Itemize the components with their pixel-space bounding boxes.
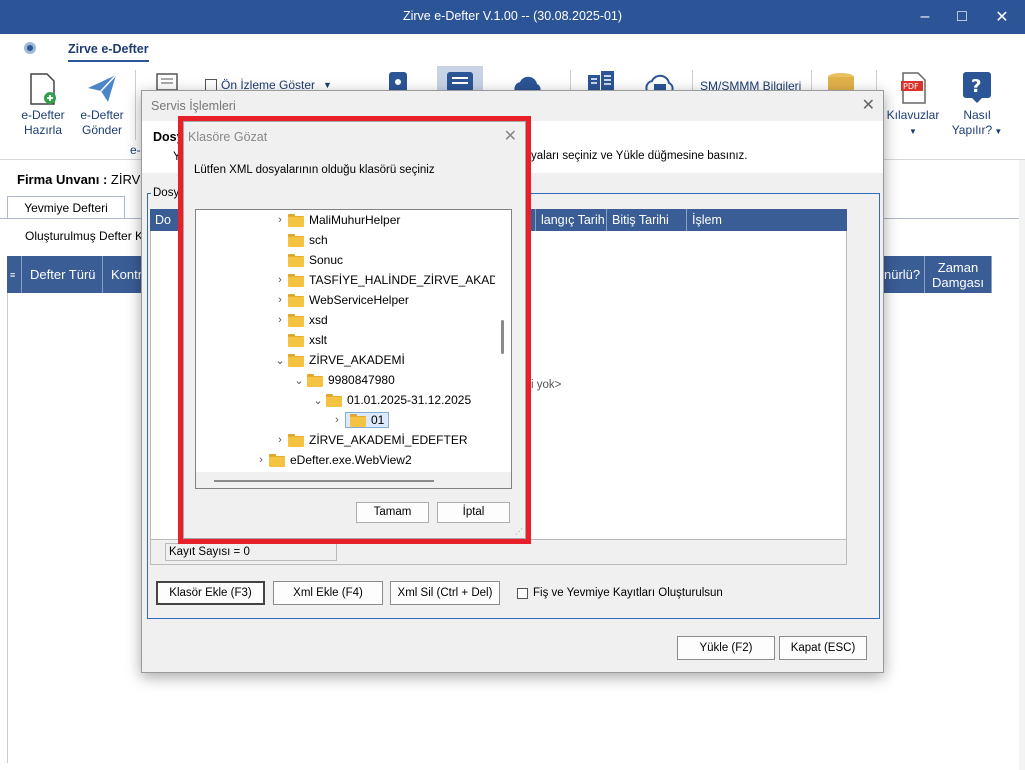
pdf-icon: PDF (900, 72, 928, 107)
help-icon: ? (962, 71, 992, 106)
minimize-button[interactable]: – (905, 0, 945, 34)
app-menu-icon[interactable] (22, 40, 38, 56)
close-icon[interactable]: ✕ (862, 95, 875, 115)
edefter-gonder-button[interactable]: e-Defter Gönder (74, 108, 130, 138)
tab-yevmiye-defteri[interactable]: Yevmiye Defteri (7, 196, 125, 218)
chevron-down-icon: ▼ (909, 127, 917, 136)
ribbon-separator (570, 70, 571, 90)
red-highlight-box (178, 116, 531, 544)
servis-dialog-title: Servis İşlemleri (151, 99, 236, 113)
edefter-hazirla-button[interactable]: e-Defter Hazırla (14, 108, 72, 138)
info-text: yaları seçiniz ve Yükle düğmesine basını… (531, 150, 748, 162)
column-kontrol[interactable]: Kontr (103, 256, 143, 293)
chevron-down-icon: ▼ (323, 80, 332, 90)
column-dosya[interactable]: Do (150, 209, 180, 231)
column-zaman-damgasi[interactable]: Zaman Damgası (925, 256, 992, 293)
xml-sil-button[interactable]: Xml Sil (Ctrl + Del) (390, 581, 500, 605)
svg-text:PDF: PDF (903, 82, 919, 91)
firma-label: Firma Unvanı : ZİRV (17, 172, 140, 187)
empty-grid-text: i yok> (531, 379, 562, 391)
xml-ekle-button[interactable]: Xml Ekle (F4) (273, 581, 383, 605)
tab-zirve-edefter[interactable]: Zirve e-Defter (68, 42, 149, 62)
send-icon (86, 72, 118, 107)
fis-yevmiye-checkbox[interactable] (517, 588, 528, 599)
nasil-yapilir-button[interactable]: Nasıl Yapılır? ▼ (948, 108, 1006, 139)
window-title: Zirve e-Defter V.1.00 -- (30.08.2025-01) (402, 9, 623, 23)
kayit-sayisi: Kayıt Sayısı = 0 (165, 543, 337, 561)
title-bar: Zirve e-Defter V.1.00 -- (30.08.2025-01)… (0, 0, 1025, 34)
row-selector-icon: ≡ (7, 256, 22, 293)
column-defter-turu[interactable]: Defter Türü (22, 256, 103, 293)
svg-text:?: ? (971, 76, 981, 97)
kilavuzlar-label: Kılavuzlar (886, 108, 940, 122)
nasil-label: Nasıl Yapılır? (951, 108, 993, 137)
right-panel-edge (1019, 160, 1025, 770)
close-button[interactable]: ✕ (982, 0, 1022, 34)
olusturulmus-label: Oluşturulmuş Defter Kay (25, 229, 156, 243)
fis-yevmiye-label: Fiş ve Yevmiye Kayıtları Oluşturulsun (533, 587, 723, 599)
ribbon-separator (135, 70, 136, 140)
firma-label-text: Firma Unvanı : (17, 172, 108, 187)
yukle-button[interactable]: Yükle (F2) (677, 636, 775, 660)
column-islem[interactable]: İşlem (687, 209, 847, 231)
kapat-button[interactable]: Kapat (ESC) (779, 636, 867, 660)
column-bitis-tarihi[interactable]: Bitiş Tarihi (607, 209, 687, 231)
maximize-button[interactable]: □ (942, 0, 982, 34)
chevron-down-icon: ▼ (992, 127, 1003, 136)
new-document-icon (28, 72, 60, 109)
firma-value: ZİRV (110, 172, 141, 187)
groupbox-label: Dosy (151, 187, 182, 199)
column-baslangic-tarihi[interactable]: langıç Tarih (535, 209, 607, 231)
kilavuzlar-button[interactable]: Kılavuzlar ▼ (884, 108, 942, 139)
klasor-ekle-button[interactable]: Klasör Ekle (F3) (156, 581, 265, 605)
app-window: Zirve e-Defter V.1.00 -- (30.08.2025-01)… (0, 0, 1025, 770)
ribbon-partial-label: e- (130, 143, 141, 157)
